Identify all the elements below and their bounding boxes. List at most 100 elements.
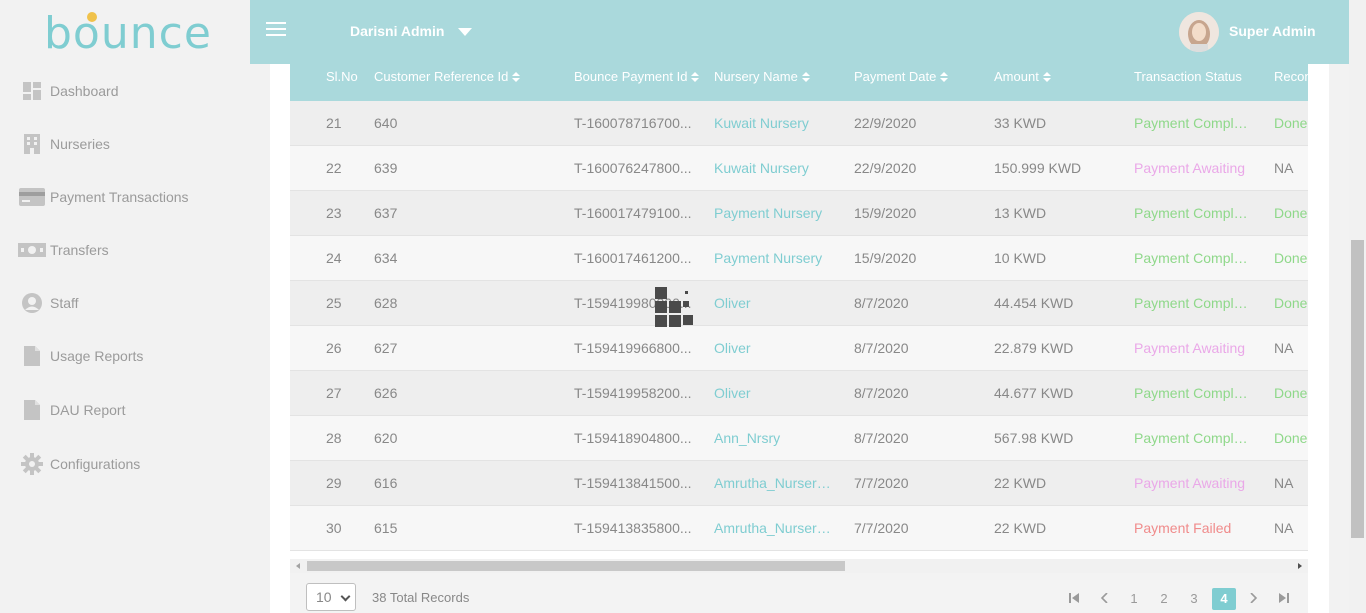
customer-reference-cell: 626	[374, 385, 398, 401]
payment-date-cell: 8/7/2020	[854, 430, 909, 446]
column-header-payment-id[interactable]: Bounce Payment Id	[574, 64, 700, 101]
sl-cell: 27	[326, 385, 342, 401]
menu-icon[interactable]	[266, 22, 286, 42]
file-icon	[18, 344, 46, 368]
sidebar-item-label: Configurations	[50, 456, 141, 472]
amount-cell: 22 KWD	[994, 520, 1047, 536]
sidebar-item-label: Usage Reports	[50, 348, 144, 364]
table-row: 28 620 T-159418904800... Ann_Nrsry 8/7/2020 5…	[290, 416, 1308, 461]
recon-cell: NA	[1274, 160, 1294, 176]
recon-cell: Done	[1274, 250, 1308, 266]
nursery-name-link[interactable]: Amrutha_Nursery...	[714, 461, 832, 506]
nursery-name-link[interactable]: Amrutha_Nursery...	[714, 506, 832, 551]
sidebar-item-staff[interactable]: Staff	[18, 288, 238, 318]
nursery-name-link[interactable]: Payment Nursery	[714, 191, 832, 236]
payment-id-cell: T-160017479100...	[574, 205, 692, 221]
payment-date-cell: 22/9/2020	[854, 115, 917, 131]
column-header-sl: Sl.No	[326, 69, 358, 84]
payment-id-cell: T-159419966800...	[574, 340, 692, 356]
horizontal-scrollbar[interactable]	[290, 559, 1308, 573]
sl-cell: 28	[326, 430, 342, 446]
payment-id-cell: T-159413841500...	[574, 475, 692, 491]
sl-cell: 29	[326, 475, 342, 491]
customer-reference-cell: 616	[374, 475, 398, 491]
transaction-status-cell: Payment Complet...	[1134, 295, 1250, 311]
payment-date-cell: 15/9/2020	[854, 250, 917, 266]
sidebar-item-usage-reports[interactable]: Usage Reports	[18, 341, 238, 371]
recon-cell: Done	[1274, 205, 1308, 221]
nursery-name-link[interactable]: Payment Nursery	[714, 236, 832, 281]
first-page-icon[interactable]	[1062, 588, 1086, 610]
nursery-name-link[interactable]: Oliver	[714, 371, 832, 416]
sort-icon[interactable]	[1042, 72, 1051, 82]
sidebar-item-configurations[interactable]: Configurations	[18, 449, 238, 479]
sort-icon[interactable]	[512, 72, 521, 82]
column-header-amount[interactable]: Amount	[994, 64, 1051, 101]
amount-cell: 33 KWD	[994, 115, 1047, 131]
scroll-right-icon[interactable]	[1298, 563, 1302, 569]
last-page-icon[interactable]	[1272, 588, 1296, 610]
column-label: Amount	[994, 69, 1039, 84]
sl-cell: 21	[326, 115, 342, 131]
scroll-left-icon[interactable]	[296, 563, 300, 569]
sidebar-item-payment-transactions[interactable]: Payment Transactions	[18, 182, 238, 212]
org-name[interactable]: Darisni Admin	[350, 23, 444, 39]
sidebar-item-dau-report[interactable]: DAU Report	[18, 395, 238, 425]
previous-page-icon[interactable]	[1092, 588, 1116, 610]
page-size-value: 10	[316, 589, 332, 605]
transaction-status-cell: Payment Awaiting	[1134, 160, 1246, 176]
recon-cell: Done	[1274, 115, 1308, 131]
scrollbar-thumb[interactable]	[1351, 240, 1364, 538]
table-header: Sl.No Customer Reference Id Bounce Payme…	[290, 64, 1308, 101]
transactions-table: Sl.No Customer Reference Id Bounce Payme…	[290, 64, 1308, 561]
page-1-button[interactable]: 1	[1122, 588, 1146, 610]
transaction-status-cell: Payment Complet...	[1134, 385, 1250, 401]
customer-reference-cell: 615	[374, 520, 398, 536]
amount-cell: 13 KWD	[994, 205, 1047, 221]
column-header-nursery-name[interactable]: Nursery Name	[714, 64, 810, 101]
gear-icon	[18, 452, 46, 476]
nursery-name-link[interactable]: Oliver	[714, 326, 832, 371]
payment-id-cell: T-159418904800...	[574, 430, 692, 446]
caret-down-icon[interactable]	[458, 28, 472, 36]
column-header-customer-reference[interactable]: Customer Reference Id	[374, 64, 521, 101]
scrollbar-thumb[interactable]	[307, 561, 845, 571]
nursery-name-link[interactable]: Oliver	[714, 281, 832, 326]
payment-date-cell: 7/7/2020	[854, 475, 909, 491]
bounce-logo[interactable]: bounce	[44, 8, 211, 60]
sidebar-item-label: DAU Report	[50, 402, 126, 418]
total-records: 38 Total Records	[372, 590, 470, 605]
nursery-name-link[interactable]: Kuwait Nursery	[714, 146, 832, 191]
sort-icon[interactable]	[940, 72, 949, 82]
payment-date-cell: 22/9/2020	[854, 160, 917, 176]
table-row: 29 616 T-159413841500... Amrutha_Nursery...…	[290, 461, 1308, 506]
sidebar-item-dashboard[interactable]: Dashboard	[18, 76, 238, 106]
page-3-button[interactable]: 3	[1182, 588, 1206, 610]
sidebar-item-nurseries[interactable]: Nurseries	[18, 129, 238, 159]
sort-icon[interactable]	[801, 72, 810, 82]
transaction-status-cell: Payment Complet...	[1134, 205, 1250, 221]
user-name[interactable]: Super Admin	[1229, 23, 1316, 39]
sidebar-item-label: Dashboard	[50, 83, 119, 99]
page-scrollbar[interactable]	[1349, 0, 1366, 613]
column-label: Bounce Payment Id	[574, 69, 688, 84]
nursery-name-link[interactable]: Kuwait Nursery	[714, 101, 832, 146]
customer-reference-cell: 627	[374, 340, 398, 356]
payment-date-cell: 8/7/2020	[854, 385, 909, 401]
content-card: Sl.No Customer Reference Id Bounce Payme…	[270, 64, 1329, 613]
sidebar-item-transfers[interactable]: Transfers	[18, 235, 238, 265]
column-header-payment-date[interactable]: Payment Date	[854, 64, 949, 101]
nursery-name-link[interactable]: Ann_Nrsry	[714, 416, 832, 461]
amount-cell: 44.677 KWD	[994, 385, 1074, 401]
sort-icon[interactable]	[691, 72, 700, 82]
next-page-icon[interactable]	[1242, 588, 1266, 610]
page-2-button[interactable]: 2	[1152, 588, 1176, 610]
building-icon	[18, 132, 46, 156]
amount-cell: 44.454 KWD	[994, 295, 1074, 311]
file-icon	[18, 398, 46, 422]
table-row: 24 634 T-160017461200... Payment Nursery 15/…	[290, 236, 1308, 281]
avatar[interactable]	[1179, 12, 1219, 52]
page-4-button[interactable]: 4	[1212, 588, 1236, 610]
page-size-select[interactable]: 10	[306, 583, 356, 611]
chevron-down-icon	[340, 591, 351, 602]
